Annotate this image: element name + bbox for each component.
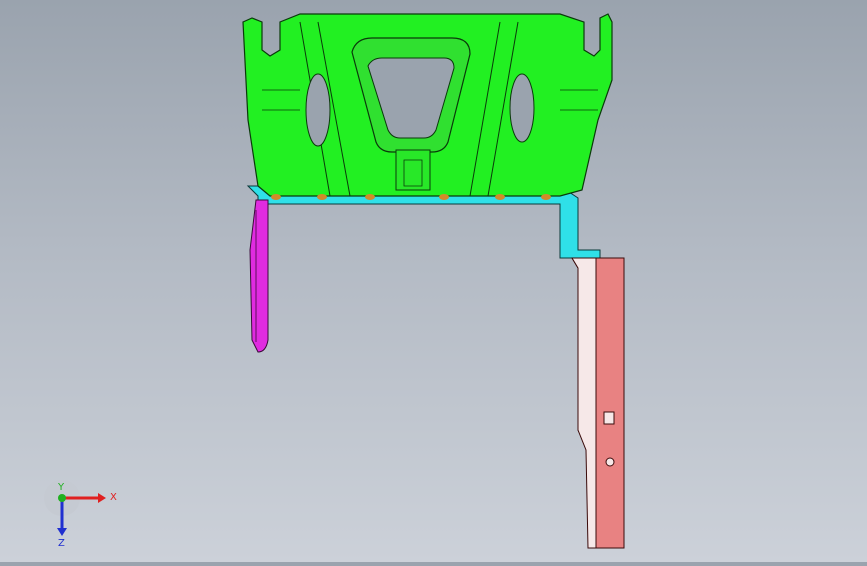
left-tab[interactable] (249, 199, 269, 353)
right-bracket[interactable] (571, 257, 625, 549)
model-canvas[interactable] (0, 0, 867, 562)
bracket-body[interactable] (242, 13, 613, 197)
z-arrowhead-icon (57, 528, 67, 536)
y-axis-dot (58, 494, 66, 502)
x-axis-label: X (110, 492, 117, 503)
y-axis-label: Y (57, 482, 65, 493)
z-axis-label: Z (58, 538, 65, 548)
axis-triad: X Y Z (40, 478, 120, 549)
cad-viewport[interactable] (0, 0, 867, 562)
x-arrowhead-icon (98, 493, 106, 503)
